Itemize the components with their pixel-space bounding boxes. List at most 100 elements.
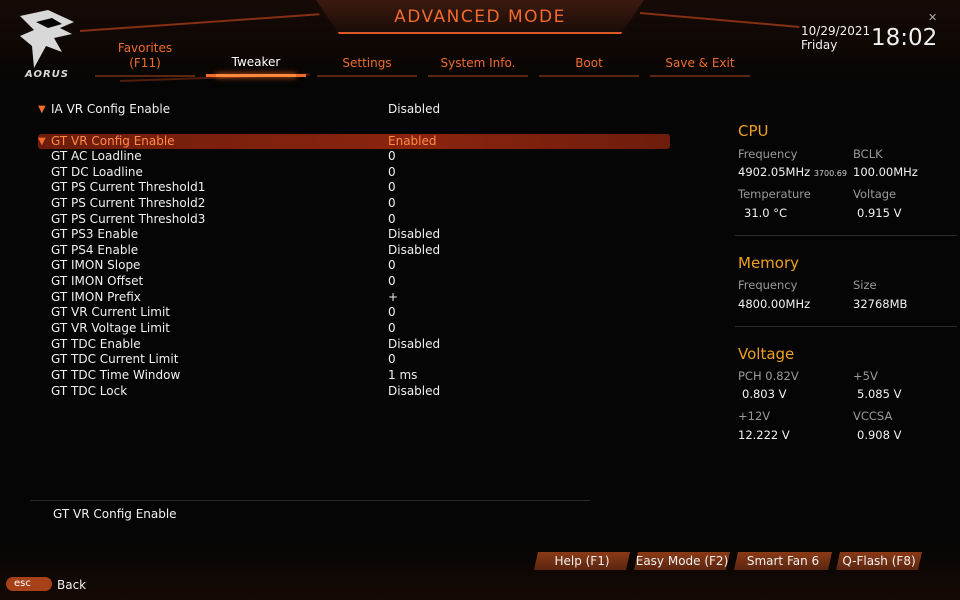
setting-label: GT PS4 Enable bbox=[51, 243, 139, 257]
help-button[interactable]: Help (F1) bbox=[534, 552, 630, 570]
setting-value: Disabled bbox=[388, 384, 441, 398]
expand-arrow-icon: ▼ bbox=[38, 136, 46, 147]
setting-label: GT TDC Current Limit bbox=[51, 352, 179, 366]
setting-label: GT VR Voltage Limit bbox=[51, 321, 170, 335]
setting-row[interactable]: GT IMON Offset 0 bbox=[38, 274, 670, 289]
tab-favorites[interactable]: Favorites (F11) bbox=[95, 41, 195, 77]
memory-frequency-value: 4800.00MHz bbox=[738, 297, 811, 311]
cpu-bclk-label: BCLK bbox=[853, 147, 883, 161]
memory-size-value: 32768MB bbox=[853, 297, 908, 311]
setting-value: 0 bbox=[388, 274, 396, 288]
cpu-frequency-sub: 3700.69 bbox=[813, 169, 847, 178]
setting-row[interactable]: GT TDC Time Window 1 ms bbox=[38, 368, 670, 383]
setting-row[interactable]: GT PS4 Enable Disabled bbox=[38, 243, 670, 258]
setting-label: GT PS Current Threshold1 bbox=[51, 180, 206, 194]
tab-save-exit[interactable]: Save & Exit bbox=[650, 43, 750, 77]
setting-label: GT IMON Offset bbox=[51, 274, 144, 288]
setting-label: GT AC Loadline bbox=[51, 149, 142, 163]
easy-mode-button[interactable]: Easy Mode (F2) bbox=[634, 552, 730, 570]
smart-fan-button[interactable]: Smart Fan 6 (F6) bbox=[734, 552, 832, 570]
setting-row-selected[interactable]: ▼ GT VR Config Enable Enabled bbox=[38, 134, 670, 149]
time-display: 18:02 bbox=[871, 25, 938, 51]
setting-label: GT DC Loadline bbox=[51, 165, 143, 179]
setting-value: 0 bbox=[388, 180, 396, 194]
setting-row[interactable]: GT PS Current Threshold2 0 bbox=[38, 196, 670, 211]
memory-size-label: Size bbox=[853, 278, 877, 292]
setting-row[interactable]: GT PS3 Enable Disabled bbox=[38, 227, 670, 242]
setting-label: GT PS Current Threshold2 bbox=[51, 196, 206, 210]
setting-row[interactable]: GT VR Current Limit 0 bbox=[38, 305, 670, 320]
tab-favorites-key: (F11) bbox=[129, 56, 161, 70]
setting-value: Disabled bbox=[388, 243, 441, 257]
setting-value: 0 bbox=[388, 352, 396, 366]
setting-label: GT VR Config Enable bbox=[51, 134, 175, 148]
q-flash-button[interactable]: Q-Flash (F8) bbox=[836, 552, 922, 570]
cpu-frequency-value: 4902.05MHz 3700.69 bbox=[738, 165, 847, 179]
pch-value: 0.803 V bbox=[742, 387, 787, 401]
setting-value: 0 bbox=[388, 212, 396, 226]
cpu-heading: CPU bbox=[738, 122, 769, 140]
setting-label: GT TDC Enable bbox=[51, 337, 141, 351]
setting-row[interactable]: GT PS Current Threshold1 0 bbox=[38, 180, 670, 195]
expand-arrow-icon: ▼ bbox=[38, 104, 46, 115]
panel-divider bbox=[735, 326, 957, 327]
setting-value: Disabled bbox=[388, 102, 441, 116]
tab-save-exit-label: Save & Exit bbox=[665, 56, 735, 70]
setting-value: 0 bbox=[388, 149, 396, 163]
cpu-voltage-value: 0.915 V bbox=[857, 206, 902, 220]
help-description: GT VR Config Enable bbox=[53, 507, 177, 521]
cpu-frequency-main: 4902.05MHz bbox=[738, 165, 811, 179]
page-title: ADVANCED MODE bbox=[394, 7, 566, 27]
memory-frequency-label: Frequency bbox=[738, 278, 798, 292]
tab-tweaker[interactable]: Tweaker bbox=[206, 43, 306, 77]
tab-settings[interactable]: Settings bbox=[317, 43, 417, 77]
setting-value: Disabled bbox=[388, 227, 441, 241]
setting-label: GT IMON Slope bbox=[51, 258, 141, 272]
setting-label: GT TDC Lock bbox=[51, 384, 128, 398]
setting-value: Disabled bbox=[388, 337, 441, 351]
tab-tweaker-label: Tweaker bbox=[231, 55, 281, 69]
close-icon[interactable]: ✕ bbox=[928, 11, 937, 24]
tab-boot[interactable]: Boot bbox=[539, 43, 639, 77]
setting-value: + bbox=[388, 290, 399, 304]
setting-value: 0 bbox=[388, 305, 396, 319]
esc-key-icon[interactable]: esc bbox=[6, 577, 52, 591]
logo-text: AORUS bbox=[25, 69, 69, 80]
tab-favorites-label: Favorites bbox=[117, 41, 173, 55]
back-label[interactable]: Back bbox=[57, 578, 86, 592]
setting-row[interactable]: ▼ IA VR Config Enable Disabled bbox=[38, 102, 670, 117]
cpu-voltage-label: Voltage bbox=[853, 187, 897, 201]
setting-row[interactable]: GT IMON Prefix + bbox=[38, 290, 670, 305]
p12v-label: +12V bbox=[738, 409, 771, 423]
p12v-value: 12.222 V bbox=[738, 428, 790, 442]
tab-system-info[interactable]: System Info. bbox=[428, 43, 528, 77]
footer-band bbox=[0, 540, 960, 600]
cpu-temperature-label: Temperature bbox=[738, 187, 811, 201]
setting-row[interactable]: GT IMON Slope 0 bbox=[38, 258, 670, 273]
setting-row[interactable]: GT TDC Lock Disabled bbox=[38, 384, 670, 399]
setting-row[interactable]: GT PS Current Threshold3 0 bbox=[38, 212, 670, 227]
tab-settings-label: Settings bbox=[342, 56, 392, 70]
panel-divider bbox=[735, 235, 957, 236]
setting-label: GT IMON Prefix bbox=[51, 290, 141, 304]
setting-row[interactable]: GT TDC Current Limit 0 bbox=[38, 352, 670, 367]
cpu-temperature-value: 31.0 °C bbox=[744, 206, 788, 220]
tab-system-info-label: System Info. bbox=[440, 56, 516, 70]
setting-row[interactable]: GT DC Loadline 0 bbox=[38, 165, 670, 180]
cpu-bclk-value: 100.00MHz bbox=[853, 165, 918, 179]
date-display: 10/29/2021 Friday bbox=[801, 24, 870, 52]
setting-label: GT VR Current Limit bbox=[51, 305, 171, 319]
tab-boot-label: Boot bbox=[575, 56, 603, 70]
setting-row[interactable]: GT VR Voltage Limit 0 bbox=[38, 321, 670, 336]
vccsa-label: VCCSA bbox=[853, 409, 893, 423]
setting-value: 0 bbox=[388, 165, 396, 179]
pch-label: PCH 0.82V bbox=[738, 369, 799, 383]
setting-row[interactable]: GT AC Loadline 0 bbox=[38, 149, 670, 164]
setting-value: 0 bbox=[388, 258, 396, 272]
p5v-label: +5V bbox=[853, 369, 878, 383]
day-text: Friday bbox=[801, 38, 838, 52]
vccsa-value: 0.908 V bbox=[857, 428, 902, 442]
setting-row[interactable]: GT TDC Enable Disabled bbox=[38, 337, 670, 352]
setting-value: Enabled bbox=[388, 134, 437, 148]
help-divider bbox=[30, 500, 590, 501]
